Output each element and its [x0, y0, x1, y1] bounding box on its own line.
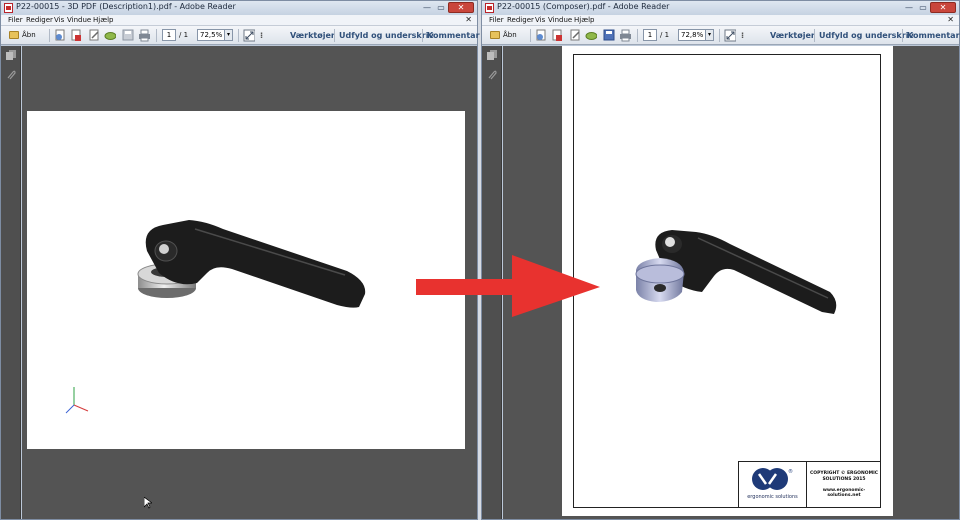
toolbar: Åbn 1 / 1 72,5% ▾ ⁝ Værktøjer Udfyld og …: [1, 26, 480, 45]
save-icon[interactable]: [122, 29, 134, 42]
menu-file[interactable]: Filer: [489, 16, 504, 24]
pdf-app-icon: [4, 3, 13, 13]
fit-page-icon[interactable]: [243, 29, 255, 42]
attachment-icon[interactable]: [6, 70, 16, 80]
zoom-select[interactable]: 72,5% ▾: [197, 29, 233, 41]
drawing-page[interactable]: ® ergonomic solutions COPYRIGHT © ERGONO…: [562, 46, 893, 516]
open-button[interactable]: Åbn: [8, 29, 42, 42]
ergonomic-solutions-logo: ®: [752, 468, 793, 490]
save-icon[interactable]: [603, 29, 615, 42]
drawing-border: ® ergonomic solutions COPYRIGHT © ERGONO…: [573, 54, 881, 508]
title-bar: P22-00015 - 3D PDF (Description1).pdf - …: [1, 1, 477, 15]
pages-icon[interactable]: [487, 50, 497, 60]
pdf-app-icon: [485, 3, 494, 13]
menu-file[interactable]: Filer: [8, 16, 23, 24]
chevron-down-icon: ▾: [705, 30, 713, 40]
company-url: www.ergonomic-solutions.net: [822, 488, 866, 498]
page-number-input[interactable]: 1: [643, 29, 657, 41]
edit-icon[interactable]: [569, 29, 581, 42]
zoom-value: 72,5%: [200, 31, 223, 39]
menu-view[interactable]: Vis: [535, 16, 545, 24]
cloud-icon[interactable]: [104, 29, 116, 42]
edit-icon[interactable]: [88, 29, 100, 42]
red-arrow-overlay: [416, 255, 600, 317]
menu-edit[interactable]: Rediger: [26, 16, 53, 24]
window-title: P22-00015 - 3D PDF (Description1).pdf - …: [16, 2, 236, 11]
window-title: P22-00015 (Composer).pdf - Adobe Reader: [497, 2, 670, 11]
company-name: ergonomic solutions: [747, 494, 798, 500]
print-icon[interactable]: [619, 29, 631, 42]
fill-sign-button[interactable]: Udfyld og underskriv: [339, 29, 434, 42]
svg-text:®: ®: [788, 468, 793, 475]
open-label: Åbn: [503, 31, 517, 39]
open-label: Åbn: [22, 31, 36, 39]
company-logo: ® ergonomic solutions: [739, 462, 807, 507]
copyright-line-2: SOLUTIONS 2015: [822, 477, 866, 482]
3d-model-page[interactable]: [27, 111, 465, 449]
open-folder-icon: [9, 31, 19, 39]
menu-view[interactable]: Vis: [54, 16, 64, 24]
menu-bar: Filer Rediger Vis Vindue Hjælp ✕: [1, 15, 477, 26]
close-window-button[interactable]: ✕: [930, 2, 956, 13]
toolbar: Åbn 1 / 1 72,8% ▾ ⁝ Værktøjer Udfyld og …: [482, 26, 960, 45]
mouse-cursor-icon: [144, 497, 152, 509]
chevron-down-icon: ▾: [224, 30, 232, 40]
page-total: / 1: [179, 31, 189, 39]
menu-window[interactable]: Vindue: [548, 16, 572, 24]
menu-edit[interactable]: Rediger: [507, 16, 534, 24]
pdf-export-icon[interactable]: [551, 29, 563, 42]
title-block: ® ergonomic solutions COPYRIGHT © ERGONO…: [738, 461, 881, 508]
print-icon[interactable]: [138, 29, 150, 42]
3d-clamp-lever-model[interactable]: [27, 111, 465, 449]
pages-icon[interactable]: [6, 50, 16, 60]
clamp-lever-rendering: [635, 230, 837, 314]
minimize-button[interactable]: —: [902, 2, 916, 13]
maximize-button[interactable]: ▭: [916, 2, 930, 13]
close-document-icon[interactable]: ✕: [947, 15, 954, 24]
maximize-button[interactable]: ▭: [434, 2, 448, 13]
tools-button[interactable]: Værktøjer: [770, 29, 815, 42]
minimize-button[interactable]: —: [420, 2, 434, 13]
axis-triad-icon: [65, 387, 89, 414]
tools-button[interactable]: Værktøjer: [290, 29, 335, 42]
left-reader-window: P22-00015 - 3D PDF (Description1).pdf - …: [0, 0, 480, 520]
document-viewport[interactable]: [22, 46, 477, 519]
close-document-icon[interactable]: ✕: [465, 15, 472, 24]
page-total: / 1: [660, 31, 670, 39]
copyright-text: COPYRIGHT © ERGONOMIC SOLUTIONS 2015: [808, 471, 880, 483]
create-pdf-icon[interactable]: [54, 29, 66, 42]
fit-page-icon[interactable]: [724, 29, 736, 42]
zoom-value: 72,8%: [681, 31, 704, 39]
comment-button[interactable]: Kommentar: [907, 29, 960, 42]
close-window-button[interactable]: ✕: [448, 2, 474, 13]
open-folder-icon: [490, 31, 500, 39]
attachment-icon[interactable]: [487, 70, 497, 80]
create-pdf-icon[interactable]: [535, 29, 547, 42]
fill-sign-button[interactable]: Udfyld og underskriv: [819, 29, 914, 42]
comment-button[interactable]: Kommentar: [427, 29, 480, 42]
more-icon[interactable]: ⁝: [741, 29, 744, 42]
zoom-select[interactable]: 72,8% ▾: [678, 29, 714, 41]
open-button[interactable]: Åbn: [489, 29, 523, 42]
navigation-pane: [1, 46, 21, 519]
menu-help[interactable]: Hjælp: [93, 16, 113, 24]
pdf-export-icon[interactable]: [70, 29, 82, 42]
page-number-input[interactable]: 1: [162, 29, 176, 41]
title-bar: P22-00015 (Composer).pdf - Adobe Reader …: [482, 1, 959, 15]
menu-bar: Filer Rediger Vis Vindue Hjælp ✕: [482, 15, 959, 26]
menu-window[interactable]: Vindue: [67, 16, 91, 24]
menu-help[interactable]: Hjælp: [574, 16, 594, 24]
more-icon[interactable]: ⁝: [260, 29, 263, 42]
cloud-icon[interactable]: [585, 29, 597, 42]
